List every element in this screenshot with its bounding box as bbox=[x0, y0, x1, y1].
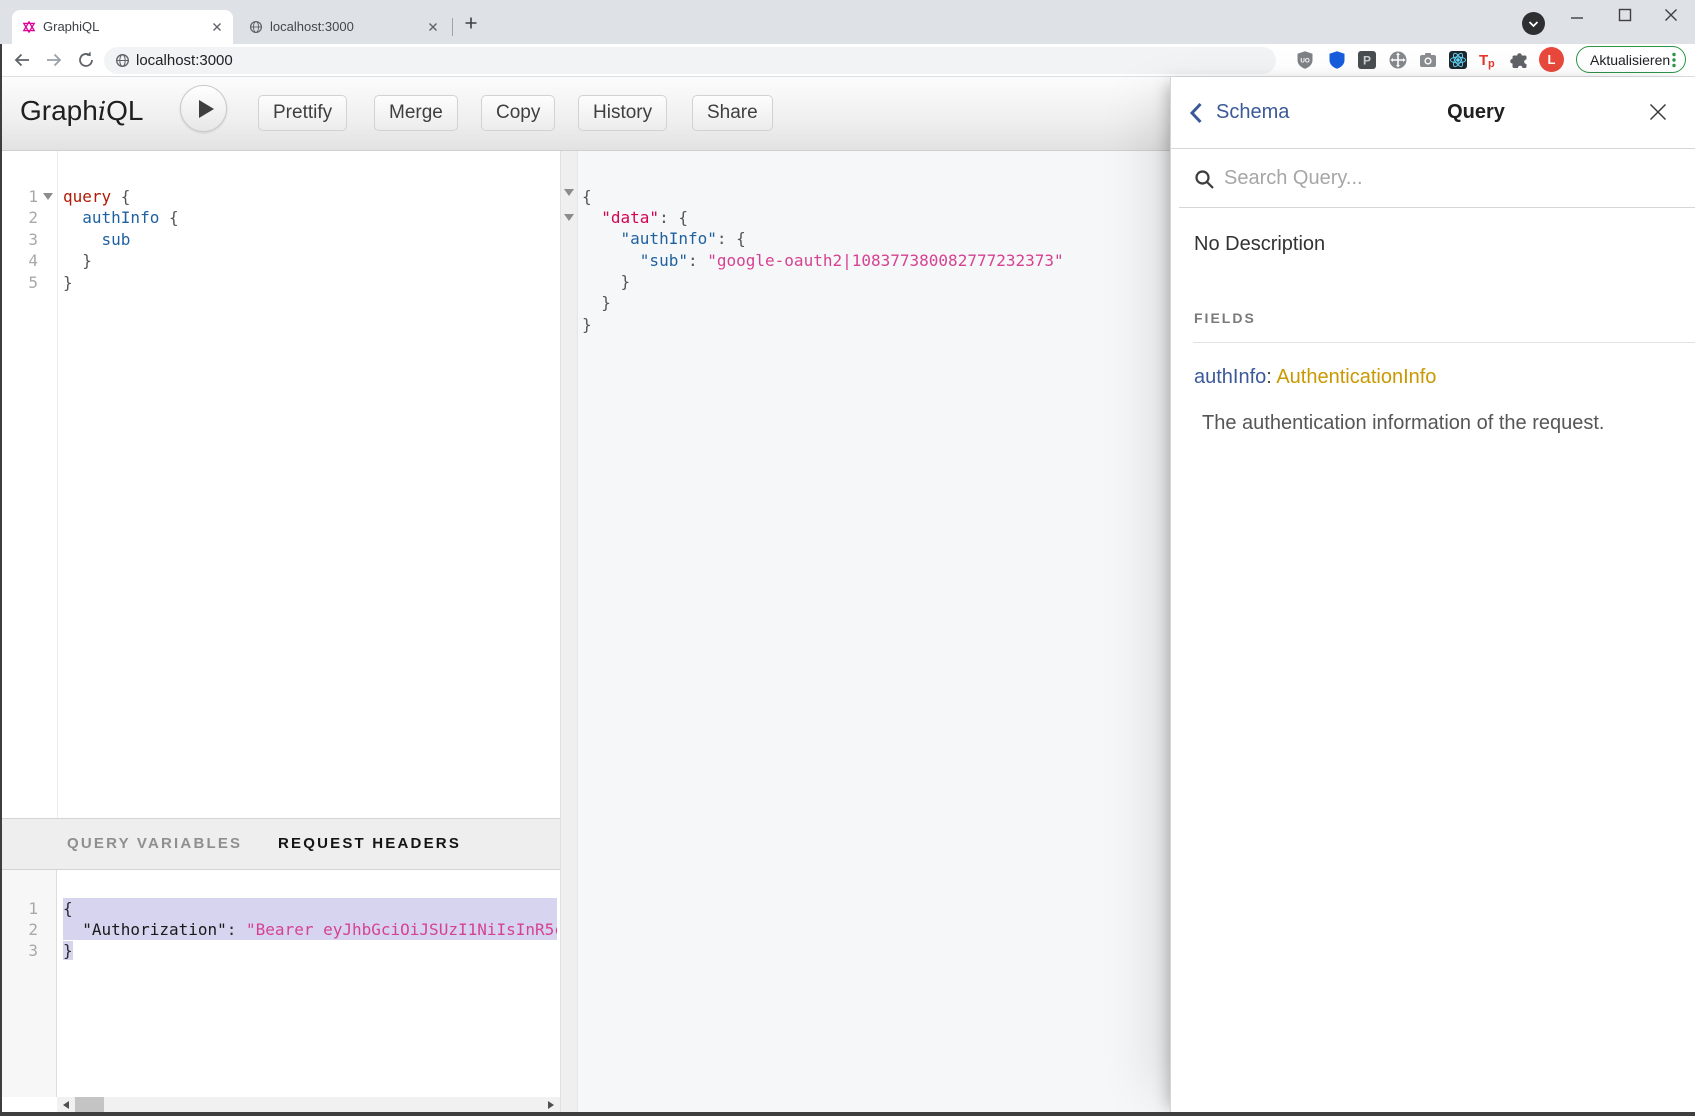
execute-query-button[interactable] bbox=[180, 85, 227, 132]
back-icon[interactable] bbox=[12, 50, 32, 70]
line-numbers: 123 bbox=[0, 898, 38, 962]
fold-gutter bbox=[561, 151, 578, 1114]
doc-close-icon[interactable] bbox=[1648, 102, 1668, 122]
prettify-button[interactable]: Prettify bbox=[258, 95, 347, 131]
tab-close-icon[interactable] bbox=[426, 20, 440, 34]
scrollbar-thumb[interactable] bbox=[75, 1097, 104, 1112]
reload-icon[interactable] bbox=[76, 50, 96, 70]
tab-graphiql[interactable]: GraphiQL bbox=[12, 10, 233, 44]
svg-text:P: P bbox=[1363, 54, 1371, 68]
tab-divider bbox=[452, 18, 453, 36]
forward-icon[interactable] bbox=[44, 50, 64, 70]
globe-icon bbox=[249, 20, 263, 34]
postman-extension-icon[interactable]: P bbox=[1357, 50, 1377, 70]
site-globe-icon[interactable] bbox=[115, 53, 130, 68]
fold-arrow-icon[interactable] bbox=[43, 193, 53, 200]
window-minimize-button[interactable] bbox=[1564, 4, 1590, 28]
section-divider bbox=[1193, 342, 1695, 343]
type-description: No Description bbox=[1194, 233, 1325, 256]
field-name-link[interactable]: authInfo bbox=[1194, 366, 1266, 388]
camera-extension-icon[interactable] bbox=[1418, 50, 1438, 70]
url-text: localhost:3000 bbox=[136, 52, 233, 69]
query-editor[interactable]: 12345 query { authInfo { sub }} bbox=[0, 151, 560, 818]
tab-request-headers[interactable]: REQUEST HEADERS bbox=[278, 835, 461, 852]
headers-code[interactable]: { "Authorization": "Bearer eyJhbGciOiJSU… bbox=[63, 898, 557, 962]
shield-gray-extension-icon[interactable]: UO bbox=[1295, 50, 1315, 70]
shield-blue-extension-icon[interactable] bbox=[1327, 50, 1347, 70]
history-button[interactable]: History bbox=[578, 95, 667, 131]
horizontal-scrollbar[interactable] bbox=[57, 1097, 560, 1112]
gutter-divider bbox=[57, 151, 58, 818]
tab-close-icon[interactable] bbox=[210, 20, 224, 34]
play-icon bbox=[199, 100, 214, 118]
window-frame-bottom bbox=[0, 1112, 1695, 1116]
window-maximize-button[interactable] bbox=[1612, 4, 1638, 28]
result-window: { "data": { "authInfo": { "sub": "google… bbox=[560, 151, 1170, 1114]
browser-tab-strip: GraphiQL localhost:3000 bbox=[0, 0, 1695, 44]
share-button[interactable]: Share bbox=[692, 95, 773, 131]
tampermonkey-extension-icon[interactable]: Tp bbox=[1478, 50, 1498, 70]
tab-localhost[interactable]: localhost:3000 bbox=[239, 10, 449, 44]
graphiql-logo-icon bbox=[22, 20, 36, 34]
fields-section-header: FIELDS bbox=[1194, 310, 1256, 326]
doc-explorer-header: Schema Query bbox=[1171, 77, 1695, 149]
browser-profile-avatar[interactable]: L bbox=[1539, 47, 1564, 72]
request-headers-editor[interactable]: 123 { "Authorization": "Bearer eyJhbGciO… bbox=[0, 870, 560, 1097]
graphiql-logo: GraphiQL bbox=[20, 95, 144, 127]
browser-update-button[interactable]: Aktualisieren bbox=[1576, 46, 1686, 73]
tab-query-variables[interactable]: QUERY VARIABLES bbox=[67, 835, 242, 852]
update-label: Aktualisieren bbox=[1590, 52, 1670, 68]
secondary-editor-title: QUERY VARIABLES REQUEST HEADERS bbox=[0, 818, 560, 870]
move-circle-extension-icon[interactable] bbox=[1388, 50, 1408, 70]
field-description: The authentication information of the re… bbox=[1202, 412, 1604, 435]
merge-button[interactable]: Merge bbox=[374, 95, 458, 131]
svg-text:UO: UO bbox=[1300, 58, 1310, 65]
tab-title: localhost:3000 bbox=[270, 19, 354, 34]
svg-text:p: p bbox=[1488, 58, 1495, 70]
search-placeholder: Search Query... bbox=[1224, 167, 1363, 190]
fold-arrow-icon[interactable] bbox=[564, 189, 574, 196]
browser-menu-icon[interactable] bbox=[1672, 52, 1676, 68]
copy-button[interactable]: Copy bbox=[481, 95, 555, 131]
doc-explorer-title: Query bbox=[1171, 101, 1695, 124]
search-icon bbox=[1194, 169, 1216, 191]
doc-explorer-content: No Description FIELDS authInfo: Authenti… bbox=[1171, 208, 1695, 1108]
type-name-link[interactable]: AuthenticationInfo bbox=[1276, 366, 1436, 388]
window-frame-left bbox=[0, 44, 2, 1116]
new-tab-button[interactable] bbox=[461, 13, 481, 33]
result-json: { "data": { "authInfo": { "sub": "google… bbox=[582, 186, 1170, 336]
browser-address-bar: localhost:3000 UO P Tp L Aktualisieren bbox=[0, 44, 1695, 77]
react-devtools-extension-icon[interactable] bbox=[1448, 50, 1468, 70]
doc-explorer: Schema Query Search Query... No Descript… bbox=[1170, 77, 1695, 1114]
svg-text:T: T bbox=[1479, 52, 1488, 69]
tab-search-button[interactable] bbox=[1522, 12, 1545, 35]
fold-arrow-icon[interactable] bbox=[564, 214, 574, 221]
scroll-left-icon[interactable] bbox=[63, 1101, 69, 1109]
tab-title: GraphiQL bbox=[43, 19, 99, 34]
url-bar[interactable]: localhost:3000 bbox=[104, 47, 1276, 74]
graphiql-topbar: GraphiQL Prettify Merge Copy History Sha… bbox=[0, 77, 1170, 151]
scroll-right-icon[interactable] bbox=[548, 1101, 554, 1109]
puzzle-extensions-icon[interactable] bbox=[1510, 50, 1530, 70]
query-code[interactable]: query { authInfo { sub }} bbox=[63, 186, 558, 293]
line-numbers: 12345 bbox=[0, 186, 38, 293]
field-item: authInfo: AuthenticationInfo bbox=[1194, 366, 1436, 389]
window-close-button[interactable] bbox=[1658, 4, 1684, 28]
doc-search-box[interactable]: Search Query... bbox=[1179, 149, 1695, 208]
